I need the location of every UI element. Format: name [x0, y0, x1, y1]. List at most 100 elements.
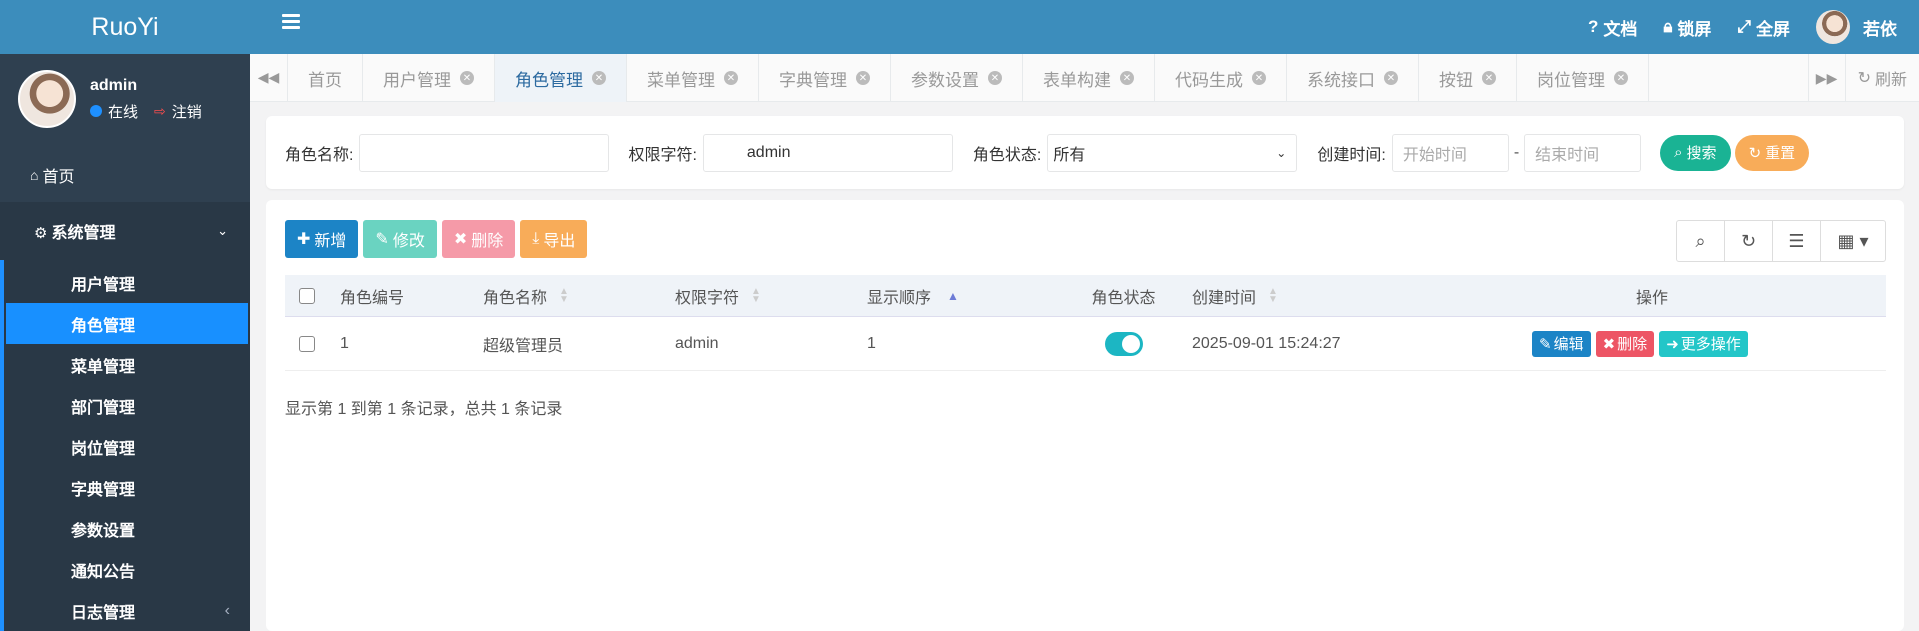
close-icon[interactable]: ✕: [988, 71, 1002, 85]
sidebar-item-system[interactable]: ⚙ 系统管理 ⌄: [0, 202, 250, 260]
docs-link[interactable]: ? 文档: [1588, 15, 1637, 40]
created-label: 创建时间:: [1317, 146, 1386, 164]
close-icon[interactable]: ✕: [1384, 71, 1398, 85]
sidebar-item-logs[interactable]: 日志管理 ‹: [4, 590, 250, 631]
tab-config[interactable]: 参数设置 ✕: [891, 54, 1023, 102]
refresh-tab-button[interactable]: ↻ 刷新: [1846, 54, 1919, 102]
chevron-circle-icon: ➜: [1666, 335, 1679, 353]
tab-posts[interactable]: 岗位管理 ✕: [1517, 54, 1649, 102]
search-button[interactable]: ⌕ 搜索: [1660, 134, 1731, 171]
sidebar-item-roles[interactable]: 角色管理: [6, 303, 248, 344]
perm-input[interactable]: admin: [702, 133, 953, 172]
refresh-icon[interactable]: ↻: [1725, 221, 1773, 261]
delete-button[interactable]: ✖ 删除: [441, 220, 516, 258]
chevron-down-icon: ⌄: [217, 223, 228, 238]
status-toggle[interactable]: [1104, 331, 1143, 356]
times-icon: ✖: [1602, 335, 1616, 353]
tab-form-builder[interactable]: 表单构建 ✕: [1023, 54, 1155, 102]
col-created[interactable]: 创建时间 ▲ ▼: [1180, 284, 1532, 308]
sidebar-item-posts[interactable]: 岗位管理: [4, 426, 250, 467]
sidebar-item-users[interactable]: 用户管理: [4, 262, 250, 303]
logout-icon[interactable]: ⇨: [154, 103, 166, 120]
range-separator: -: [1513, 143, 1520, 161]
tab-dicts[interactable]: 字典管理 ✕: [759, 54, 891, 102]
status-select-value: 所有: [1053, 146, 1086, 164]
fullscreen-link[interactable]: ⤢ 全屏: [1737, 15, 1790, 40]
row-more-label: 更多操作: [1680, 336, 1741, 353]
tab-buttons[interactable]: 按钮 ✕: [1419, 54, 1517, 102]
close-icon[interactable]: ✕: [1120, 71, 1134, 85]
brand-logo[interactable]: RuoYi: [0, 0, 250, 54]
tab-api[interactable]: 系统接口 ✕: [1287, 54, 1419, 102]
start-time-input[interactable]: 开始时间: [1391, 133, 1509, 172]
table-tools: ⌕ ↻ ☰ ▦ ▾: [1676, 220, 1886, 262]
logout-link[interactable]: 注销: [172, 101, 202, 122]
end-time-input[interactable]: 结束时间: [1524, 133, 1642, 172]
row-checkbox[interactable]: [299, 335, 315, 352]
home-icon: ⌂: [30, 167, 39, 183]
tab-home[interactable]: 首页: [288, 54, 363, 102]
row-delete-button[interactable]: ✖ 删除: [1595, 330, 1655, 357]
close-icon[interactable]: ✕: [592, 71, 606, 85]
row-edit-button[interactable]: ✎ 编辑: [1532, 330, 1591, 357]
sidebar-item-notice[interactable]: 通知公告: [4, 549, 250, 590]
select-all-checkbox[interactable]: [299, 287, 315, 304]
user-panel: admin 在线 ⇨ 注销: [0, 54, 250, 144]
tab-menus[interactable]: 菜单管理 ✕: [627, 54, 759, 102]
add-button-label: 新增: [314, 233, 347, 250]
sidebar-item-depts[interactable]: 部门管理: [4, 385, 250, 426]
refresh-icon: ↻: [1857, 70, 1871, 87]
sidebar-item-home[interactable]: ⌂ 首页: [0, 148, 250, 202]
sidebar-item-config[interactable]: 参数设置: [4, 508, 250, 549]
refresh-icon: ↻: [1748, 144, 1762, 162]
tab-label: 用户管理: [383, 70, 451, 90]
close-icon[interactable]: ✕: [1482, 71, 1496, 85]
user-menu[interactable]: 若依: [1816, 10, 1897, 44]
close-icon[interactable]: ✕: [724, 71, 738, 85]
docs-label: 文档: [1603, 19, 1638, 39]
gear-icon: ⚙: [34, 225, 48, 242]
row-edit-label: 编辑: [1553, 336, 1584, 353]
tab-label: 系统接口: [1307, 70, 1375, 90]
search-button-label: 搜索: [1686, 145, 1717, 162]
perm-label: 权限字符:: [628, 146, 697, 164]
role-name-input[interactable]: [359, 133, 610, 172]
sort-icon: ▲ ▼: [1268, 285, 1278, 305]
columns-icon[interactable]: ▦ ▾: [1821, 221, 1885, 261]
tab-roles[interactable]: 角色管理 ✕: [495, 54, 627, 102]
col-role-id[interactable]: 角色编号: [340, 284, 483, 308]
column-header: 权限字符: [675, 289, 740, 307]
list-view-icon[interactable]: ☰: [1773, 221, 1821, 261]
reset-button[interactable]: ↻ 重置: [1734, 134, 1810, 171]
close-icon[interactable]: ✕: [1252, 71, 1266, 85]
tab-label: 岗位管理: [1537, 70, 1605, 90]
sidebar-item-menus[interactable]: 菜单管理: [4, 344, 250, 385]
sidebar-item-dicts[interactable]: 字典管理: [4, 467, 250, 508]
tab-users[interactable]: 用户管理 ✕: [363, 54, 495, 102]
close-icon[interactable]: ✕: [856, 71, 870, 85]
table-row[interactable]: 1 超级管理员 admin 1 2025-09-01 15:24:27 ✎ 编辑 …: [285, 317, 1886, 371]
plus-icon: ✚: [297, 231, 311, 248]
close-icon[interactable]: ✕: [460, 71, 474, 85]
user-name: admin: [90, 76, 138, 94]
col-status: 角色状态: [1067, 284, 1180, 308]
col-order[interactable]: 显示顺序 ▲: [867, 284, 1067, 308]
col-perm[interactable]: 权限字符 ▲ ▼: [675, 284, 867, 308]
tabs-scroll-left-icon[interactable]: ◀◀: [250, 54, 288, 101]
sidebar-item-label: 系统管理: [51, 225, 116, 242]
column-header: 显示顺序: [867, 289, 932, 307]
col-role-name[interactable]: 角色名称 ▲ ▼: [483, 284, 675, 308]
menu-toggle-icon[interactable]: [282, 14, 300, 30]
tab-codegen[interactable]: 代码生成 ✕: [1155, 54, 1287, 102]
status-select[interactable]: 所有 ⌄: [1047, 133, 1298, 172]
row-more-button[interactable]: ➜ 更多操作: [1659, 330, 1748, 357]
add-button[interactable]: ✚ 新增: [285, 220, 359, 258]
close-icon[interactable]: ✕: [1614, 71, 1628, 85]
edit-button[interactable]: ✎ 修改: [363, 220, 437, 258]
tabs-scroll-right-icon[interactable]: ▶▶: [1807, 54, 1846, 102]
export-button[interactable]: ⤓ 导出: [520, 220, 588, 258]
search-icon[interactable]: ⌕: [1677, 221, 1725, 261]
lock-screen-link[interactable]: 🔒︎ 锁屏: [1663, 15, 1711, 40]
chevron-down-icon: ⌄: [1276, 145, 1287, 160]
online-dot-icon: [90, 105, 102, 117]
